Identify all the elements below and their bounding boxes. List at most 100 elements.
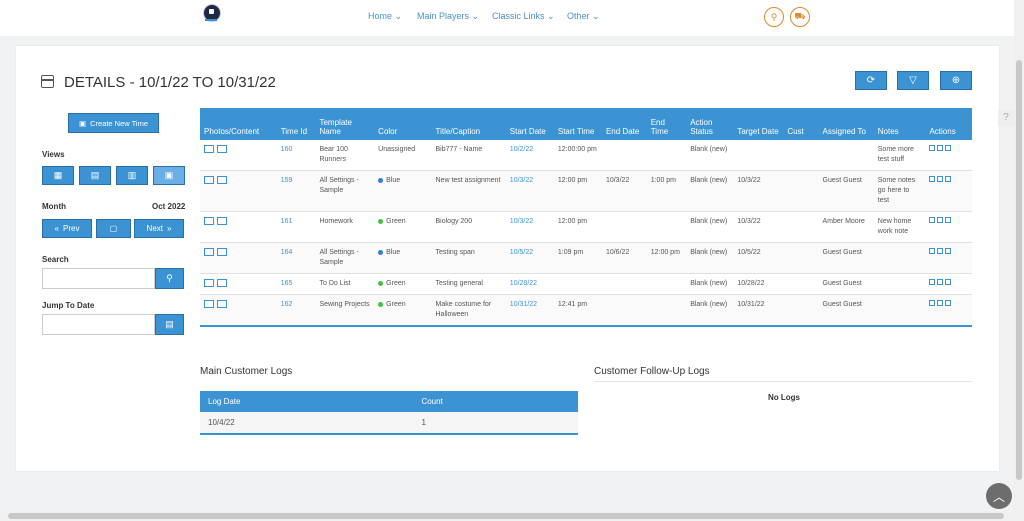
prev-month-button[interactable]: « Prev: [42, 219, 92, 238]
id-text[interactable]: 159: [281, 177, 293, 184]
table-row[interactable]: 162 Sewing Projects Green Make costume for …: [200, 294, 972, 327]
create-new-time-button[interactable]: ▣ Create New Time: [68, 113, 159, 133]
logs-count-link[interactable]: 1: [413, 412, 578, 435]
search-input[interactable]: [42, 268, 155, 289]
chevron-down-icon: ⌄: [547, 11, 555, 21]
cell-target: 10/5/22: [733, 242, 784, 274]
filter-button[interactable]: ▽: [897, 71, 929, 90]
photos-cell: [200, 140, 277, 171]
scroll-to-top-button[interactable]: ︿: [986, 483, 1012, 509]
image-icon[interactable]: [204, 176, 214, 185]
history-icon[interactable]: [945, 248, 952, 254]
image-icon[interactable]: [204, 145, 214, 154]
id-text[interactable]: 160: [281, 146, 293, 153]
print-icon[interactable]: [937, 176, 944, 182]
cell-cust: [783, 140, 819, 171]
refresh-button[interactable]: ⟳: [855, 71, 887, 90]
jump-date-button[interactable]: ▤: [155, 314, 184, 335]
table-row[interactable]: 164 All Settings - Sample Blue Testing span…: [200, 242, 972, 274]
target-text: 10/28/22: [737, 280, 765, 287]
history-icon[interactable]: [945, 217, 952, 223]
title-text: New test assignment: [435, 177, 501, 184]
id-text[interactable]: 165: [281, 280, 293, 287]
cell-start-date[interactable]: 10/28/22: [505, 273, 554, 295]
add-content-icon[interactable]: [217, 248, 227, 257]
pick-month-button[interactable]: ▢: [96, 219, 131, 238]
table-row[interactable]: 161 Homework Green Biology 200 10/3/22 12:00 …: [200, 211, 972, 243]
edit-icon[interactable]: [929, 300, 936, 306]
zoom-button[interactable]: ⊕: [940, 71, 972, 90]
cell-id[interactable]: 165: [276, 273, 316, 295]
nav-home[interactable]: Home ⌄: [368, 11, 402, 22]
print-icon[interactable]: [937, 300, 944, 306]
view-week-button[interactable]: ▥: [116, 166, 148, 185]
start-date-text[interactable]: 10/31/22: [510, 301, 537, 308]
cell-template: Homework: [315, 211, 375, 243]
print-icon[interactable]: [937, 217, 944, 223]
table-row[interactable]: 160 Bear 100 Runners Unassigned Bib777 - Na…: [200, 140, 972, 171]
cell-cust: [783, 273, 819, 295]
start-date-text[interactable]: 10/28/22: [510, 280, 537, 287]
id-text[interactable]: 161: [281, 218, 293, 225]
id-text[interactable]: 162: [281, 301, 293, 308]
image-icon[interactable]: [204, 248, 214, 257]
edit-icon[interactable]: [929, 248, 936, 254]
image-icon[interactable]: [204, 300, 214, 309]
image-icon[interactable]: [204, 217, 214, 226]
history-icon[interactable]: [945, 176, 952, 182]
cell-id[interactable]: 164: [276, 242, 316, 274]
print-icon[interactable]: [937, 248, 944, 254]
table-row[interactable]: 165 To Do List Green Testing general 10/28/2…: [200, 273, 972, 295]
edit-icon[interactable]: [929, 217, 936, 223]
zoom-in-icon: ⊕: [951, 75, 961, 86]
print-icon[interactable]: [937, 145, 944, 151]
start-date-text[interactable]: 10/2/22: [510, 146, 533, 153]
cart-button[interactable]: ⛟: [790, 7, 810, 27]
add-content-icon[interactable]: [217, 176, 227, 185]
table-header-cell: End Date: [601, 108, 647, 140]
edit-icon[interactable]: [929, 145, 936, 151]
add-content-icon[interactable]: [217, 279, 227, 288]
edit-icon[interactable]: [929, 279, 936, 285]
search-button[interactable]: ⚲: [764, 7, 784, 27]
cell-id[interactable]: 161: [276, 211, 316, 243]
cell-id[interactable]: 159: [276, 170, 316, 212]
cell-status: Blank (new): [686, 170, 734, 212]
next-month-button[interactable]: Next »: [134, 219, 184, 238]
cell-start-date[interactable]: 10/3/22: [505, 211, 554, 243]
cell-start-date[interactable]: 10/5/22: [505, 242, 554, 274]
assigned-text: Guest Guest: [822, 280, 862, 287]
history-icon[interactable]: [945, 279, 952, 285]
add-content-icon[interactable]: [217, 217, 227, 226]
cell-id[interactable]: 160: [276, 140, 316, 171]
history-icon[interactable]: [945, 300, 952, 306]
jump-date-input[interactable]: [42, 314, 155, 335]
start-date-text[interactable]: 10/5/22: [510, 249, 533, 256]
cell-id[interactable]: 162: [276, 294, 316, 327]
horizontal-scrollbar-thumb[interactable]: [8, 513, 1004, 519]
add-content-icon[interactable]: [217, 145, 227, 154]
view-details-button[interactable]: ▣: [153, 166, 185, 185]
help-button[interactable]: ?: [998, 110, 1014, 126]
image-icon[interactable]: [204, 279, 214, 288]
view-list-button[interactable]: ▤: [79, 166, 111, 185]
nav-other[interactable]: Other ⌄: [567, 11, 600, 22]
vertical-scrollbar-thumb[interactable]: [1016, 60, 1022, 480]
print-icon[interactable]: [937, 279, 944, 285]
add-content-icon[interactable]: [217, 300, 227, 309]
search-submit-button[interactable]: ⚲: [155, 268, 184, 289]
history-icon[interactable]: [945, 145, 952, 151]
start-date-text[interactable]: 10/3/22: [510, 177, 533, 184]
view-month-button[interactable]: ▦: [42, 166, 74, 185]
edit-icon[interactable]: [929, 176, 936, 182]
cell-start-date[interactable]: 10/3/22: [505, 170, 554, 212]
table-row[interactable]: 159 All Settings - Sample Blue New test ass…: [200, 170, 972, 212]
search-icon: ⚲: [770, 11, 778, 22]
end-date-text: 10/6/22: [605, 249, 630, 256]
nav-classic-links[interactable]: Classic Links ⌄: [492, 11, 555, 22]
nav-main-players[interactable]: Main Players ⌄: [417, 11, 479, 22]
start-date-text[interactable]: 10/3/22: [510, 218, 533, 225]
id-text[interactable]: 164: [281, 249, 293, 256]
cell-start-date[interactable]: 10/31/22: [505, 294, 554, 327]
cell-start-date[interactable]: 10/2/22: [505, 140, 554, 171]
